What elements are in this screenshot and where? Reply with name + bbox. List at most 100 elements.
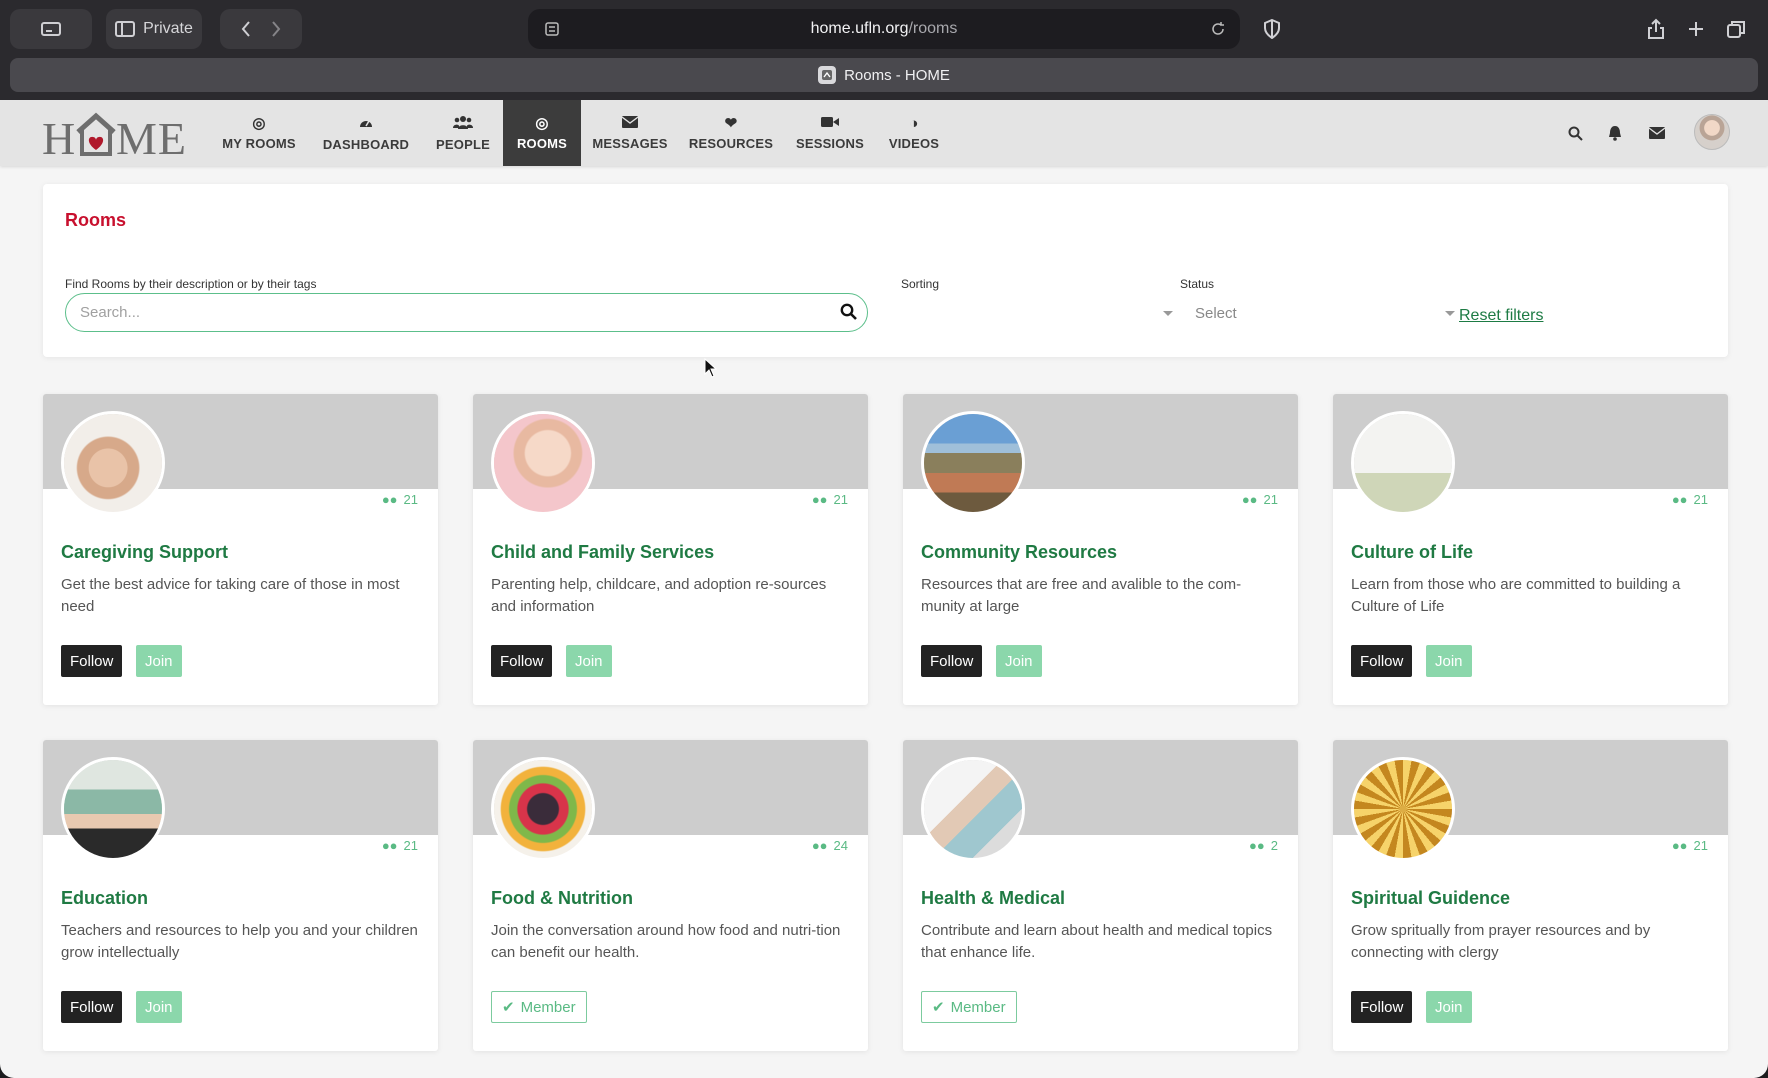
room-image[interactable] — [921, 757, 1025, 861]
room-description: Parenting help, childcare, and adoption … — [491, 576, 827, 615]
room-title[interactable]: Child and Family Services — [491, 542, 714, 563]
share-button[interactable] — [1636, 9, 1676, 49]
member-count: ●● 21 — [382, 492, 418, 507]
home-logo[interactable]: H ME — [40, 108, 190, 160]
plus-icon — [1689, 22, 1703, 36]
room-image[interactable] — [491, 757, 595, 861]
history-nav — [220, 9, 302, 49]
tabs-overview-button[interactable] — [1716, 9, 1756, 49]
home-logo-graphic: H ME — [42, 112, 187, 160]
room-image[interactable] — [61, 411, 165, 515]
forward-arrow-icon[interactable] — [270, 20, 282, 38]
room-card: ●● 2 Health & Medical Contribute and lear… — [903, 740, 1298, 1051]
follow-button[interactable]: Follow — [61, 645, 123, 677]
nav-videos[interactable]: ◑ VIDEOS — [882, 100, 946, 166]
room-title[interactable]: Culture of Life — [1351, 542, 1473, 563]
active-tab[interactable]: Rooms - HOME — [10, 58, 1758, 92]
room-image[interactable] — [1351, 757, 1455, 861]
follow-button[interactable]: Follow — [491, 645, 553, 677]
nav-dashboard[interactable]: DASHBOARD — [318, 100, 414, 166]
nav-label: SESSIONS — [795, 135, 865, 151]
room-title[interactable]: Health & Medical — [921, 888, 1065, 909]
follow-button[interactable]: Follow — [1351, 645, 1413, 677]
nav-label: PEOPLE — [436, 136, 490, 152]
member-button[interactable]: ✔ Member — [491, 991, 587, 1023]
member-count: ●● 21 — [382, 838, 418, 853]
check-icon: ✔ — [502, 999, 515, 1016]
room-image[interactable] — [61, 757, 165, 861]
users-icon: ●● — [1241, 492, 1258, 507]
address-bar[interactable]: home.ufln.org/rooms — [528, 9, 1240, 49]
member-count: ●● 21 — [1672, 838, 1708, 853]
room-description: Teachers and resources to help you and y… — [61, 922, 418, 961]
join-button[interactable]: Join — [996, 645, 1042, 677]
half-circle-icon: ◑ — [909, 114, 919, 132]
tab-overview-button[interactable] — [10, 9, 92, 49]
search-label: Find Rooms by their description or by th… — [65, 277, 317, 291]
member-button[interactable]: ✔ Member — [921, 991, 1017, 1023]
join-button[interactable]: Join — [1426, 645, 1472, 677]
follow-button[interactable]: Follow — [61, 991, 123, 1023]
tab-overview-icon — [41, 22, 61, 36]
join-button[interactable]: Join — [136, 645, 182, 677]
room-card: ●● 21 Education Teachers and resources to… — [43, 740, 438, 1051]
search-input[interactable] — [80, 304, 820, 321]
room-card: ●● 21 Spiritual Guidence Grow spritually … — [1333, 740, 1728, 1051]
tabs-icon — [1727, 21, 1745, 38]
notifications-button[interactable] — [1601, 119, 1629, 147]
search-icon[interactable] — [840, 303, 858, 321]
nav-sessions[interactable]: SESSIONS — [792, 100, 868, 166]
member-label: Member — [520, 998, 576, 1016]
nav-my-rooms[interactable]: ◎ MY ROOMS — [218, 100, 300, 166]
room-card: ●● 24 Food & Nutrition Join the conversat… — [473, 740, 868, 1051]
room-image[interactable] — [1351, 411, 1455, 515]
room-title[interactable]: Community Resources — [921, 542, 1117, 563]
member-count: ●● 24 — [812, 838, 848, 853]
check-icon: ✔ — [932, 999, 945, 1016]
member-count-value: 21 — [833, 492, 848, 507]
envelope-icon — [1649, 127, 1665, 139]
member-count-value: 24 — [833, 838, 848, 853]
nav-people[interactable]: PEOPLE — [428, 100, 498, 166]
sidebar-icon — [115, 21, 136, 37]
users-icon: ●● — [1671, 492, 1688, 507]
room-card: ●● 21 Community Resources Resources that … — [903, 394, 1298, 705]
people-icon — [453, 115, 473, 133]
back-arrow-icon[interactable] — [240, 20, 252, 38]
status-select[interactable]: Select — [1195, 296, 1455, 330]
join-button[interactable]: Join — [1426, 991, 1472, 1023]
messages-nav-button[interactable] — [1643, 119, 1671, 147]
room-title[interactable]: Education — [61, 888, 148, 909]
nav-resources[interactable]: ❤ RESOURCES — [686, 100, 776, 166]
chevron-down-icon — [1163, 311, 1173, 316]
bell-icon — [1609, 126, 1621, 141]
filter-panel: Rooms Find Rooms by their description or… — [43, 184, 1728, 357]
room-image[interactable] — [921, 411, 1025, 515]
join-button[interactable]: Join — [136, 991, 182, 1023]
reload-icon[interactable] — [1210, 21, 1226, 37]
search-nav-button[interactable] — [1561, 119, 1589, 147]
room-card: ●● 21 Caregiving Support Get the best adv… — [43, 394, 438, 705]
sidebar-private-button[interactable]: Private — [106, 9, 202, 49]
video-camera-icon — [821, 116, 839, 132]
dashboard-icon — [358, 115, 374, 133]
join-button[interactable]: Join — [566, 645, 612, 677]
page-menu-icon[interactable] — [544, 21, 560, 37]
page-title: Rooms — [65, 210, 127, 230]
nav-messages[interactable]: MESSAGES — [590, 100, 670, 166]
nav-rooms[interactable]: ◎ ROOMS — [503, 100, 581, 166]
new-tab-button[interactable] — [1676, 9, 1716, 49]
room-title[interactable]: Spiritual Guidence — [1351, 888, 1510, 909]
follow-button[interactable]: Follow — [921, 645, 983, 677]
url-host: home.ufln.org — [810, 20, 909, 37]
shield-button[interactable] — [1252, 9, 1292, 49]
room-image[interactable] — [491, 411, 595, 515]
user-avatar[interactable] — [1694, 114, 1730, 150]
sorting-select[interactable] — [901, 296, 1173, 330]
users-icon: ●● — [381, 838, 398, 853]
follow-button[interactable]: Follow — [1351, 991, 1413, 1023]
svg-text:ME: ME — [116, 113, 187, 160]
reset-filters-link[interactable]: Reset filters — [1459, 307, 1543, 325]
room-title[interactable]: Food & Nutrition — [491, 888, 633, 909]
room-title[interactable]: Caregiving Support — [61, 542, 228, 563]
